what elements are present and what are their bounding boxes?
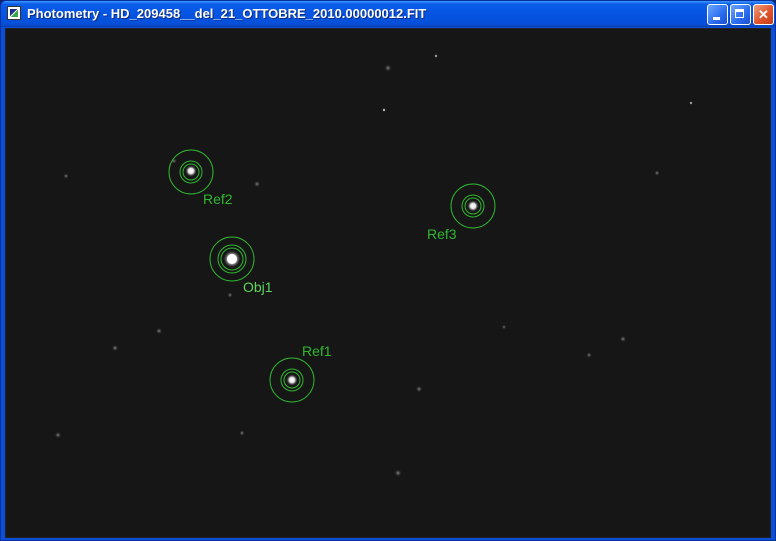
fits-image-view[interactable]: Ref2 Obj1 Ref3 Ref1 <box>5 28 771 538</box>
window-title: Photometry - HD_209458__del_21_OTTOBRE_2… <box>27 6 427 21</box>
star-field[interactable] <box>6 29 772 539</box>
faint-star <box>54 431 62 439</box>
star-core <box>227 254 237 264</box>
photometry-app-icon[interactable] <box>7 6 21 20</box>
faint-star <box>227 292 233 298</box>
faint-star <box>111 344 119 352</box>
faint-star <box>434 54 438 58</box>
faint-star <box>253 180 261 188</box>
title-bar[interactable]: Photometry - HD_209458__del_21_OTTOBRE_2… <box>1 1 775 27</box>
aperture-ref3[interactable] <box>450 183 496 229</box>
faint-star <box>501 324 507 330</box>
label-ref1: Ref1 <box>302 343 332 359</box>
close-button[interactable]: ✕ <box>753 4 774 25</box>
faint-star <box>155 327 163 335</box>
aperture-ref1[interactable] <box>269 357 315 403</box>
faint-star <box>654 170 660 176</box>
background-stars <box>54 54 693 477</box>
aperture-ref2[interactable] <box>168 149 214 195</box>
label-ref2: Ref2 <box>203 191 233 207</box>
star-ref2 <box>185 165 197 177</box>
faint-star <box>619 335 627 343</box>
minimize-icon <box>713 17 720 20</box>
faint-star <box>63 173 69 179</box>
maximize-button[interactable] <box>730 4 751 25</box>
faint-star <box>384 64 392 72</box>
faint-star <box>586 352 592 358</box>
star-ref3 <box>467 200 479 212</box>
faint-star <box>239 430 245 436</box>
faint-star <box>382 108 386 112</box>
photometry-window: Photometry - HD_209458__del_21_OTTOBRE_2… <box>0 0 776 541</box>
faint-star <box>689 101 693 105</box>
minimize-button[interactable] <box>707 4 728 25</box>
star-ref1 <box>286 374 298 386</box>
aperture-obj1[interactable] <box>209 236 255 282</box>
label-obj1: Obj1 <box>243 279 273 295</box>
faint-star <box>394 469 402 477</box>
maximize-icon <box>735 9 744 18</box>
label-ref3: Ref3 <box>427 226 457 242</box>
close-icon: ✕ <box>758 7 769 22</box>
faint-star <box>415 385 423 393</box>
